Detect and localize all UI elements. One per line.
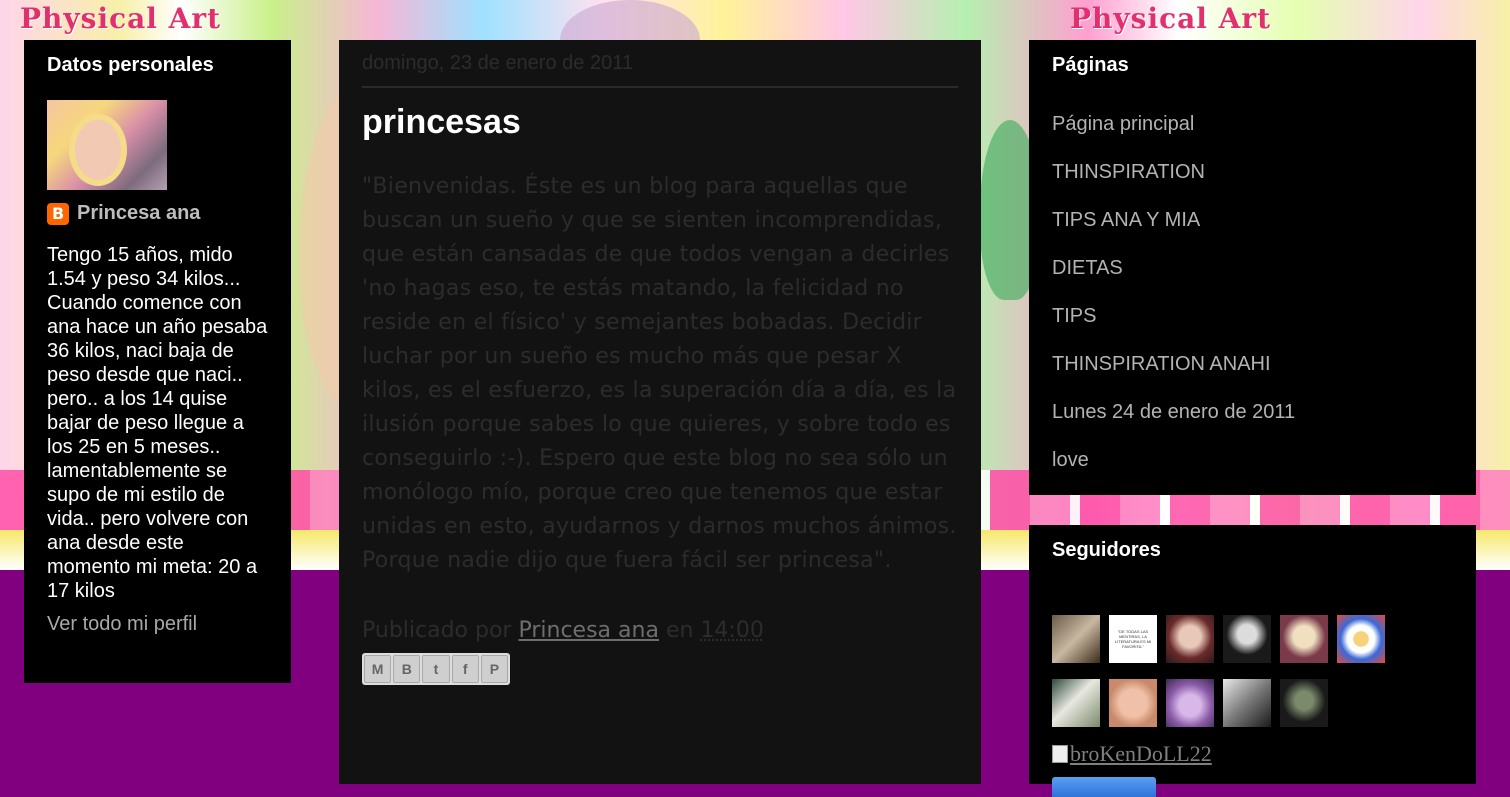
page-item: Lunes 24 de enero de 2011 [1052,388,1453,436]
page-link[interactable]: love [1052,449,1089,471]
follower-avatar[interactable] [1166,679,1214,727]
post-at-label: en [665,618,694,643]
page-link[interactable]: Lunes 24 de enero de 2011 [1052,401,1295,423]
page-item: DIETAS [1052,244,1453,292]
broken-image-link[interactable]: broKenDoLL22 [1052,741,1453,767]
blogger-icon [47,202,69,225]
page-link[interactable]: TIPS ANA Y MIA [1052,209,1200,231]
post-footer: Publicado por Princesa ana en 14:00 [362,618,958,643]
page-item: THINSPIRATION ANAHI [1052,340,1453,388]
profile-name-link[interactable]: Princesa ana [77,202,200,225]
page-item: TIPS ANA Y MIA [1052,196,1453,244]
post-column: domingo, 23 de enero de 2011 princesas "… [339,40,981,784]
followers-widget: Seguidores "DE TODAS LAS MENTIRAS, LA LI… [1029,525,1476,797]
post-body: "Bienvenidas. Éste es un blog para aquel… [362,174,957,573]
follower-avatar[interactable]: "DE TODAS LAS MENTIRAS, LA LITERATURA ES… [1109,615,1157,663]
follower-avatar[interactable] [1280,615,1328,663]
post-date: domingo, 23 de enero de 2011 [362,40,958,88]
follower-avatar[interactable] [1166,615,1214,663]
follower-avatar[interactable] [1223,679,1271,727]
page-link[interactable]: THINSPIRATION ANAHI [1052,353,1271,375]
page-item: love [1052,436,1453,484]
page-item: Página principal [1052,100,1453,148]
page-item: TIPS [1052,292,1453,340]
follower-avatar[interactable] [1223,615,1271,663]
profile-widget-title: Datos personales [47,54,214,76]
follower-avatar[interactable] [1052,679,1100,727]
broken-image-alt: broKenDoLL22 [1070,741,1212,766]
page-link[interactable]: TIPS [1052,305,1096,327]
post-title[interactable]: princesas [362,104,958,140]
facebook-share-icon[interactable]: f [451,655,479,683]
pages-widget: Páginas Página principal THINSPIRATION T… [1029,40,1476,495]
follow-button[interactable] [1052,777,1156,797]
follower-avatar[interactable] [1052,615,1100,663]
page-link[interactable]: Página principal [1052,113,1194,135]
follower-avatar[interactable] [1109,679,1157,727]
view-profile-link[interactable]: Ver todo mi perfil [47,613,268,636]
pages-list: Página principal THINSPIRATION TIPS ANA … [1052,100,1453,484]
profile-avatar[interactable] [47,100,167,190]
pages-widget-title: Páginas [1052,54,1129,76]
followers-widget-title: Seguidores [1052,539,1161,561]
post-author-link[interactable]: Princesa ana [518,618,658,643]
page-link[interactable]: DIETAS [1052,257,1123,279]
published-by-label: Publicado por [362,618,512,643]
page-link[interactable]: THINSPIRATION [1052,161,1205,183]
blogthis-share-icon[interactable]: B [393,655,421,683]
profile-name-row: Princesa ana [47,202,268,225]
banner-logo: Physical Art [1070,2,1272,35]
share-bar: M B t f P [362,653,510,685]
twitter-share-icon[interactable]: t [422,655,450,683]
broken-image-icon [1052,745,1068,763]
followers-grid: "DE TODAS LAS MENTIRAS, LA LITERATURA ES… [1052,615,1453,727]
email-share-icon[interactable]: M [364,655,392,683]
follower-avatar[interactable] [1337,615,1385,663]
pinterest-share-icon[interactable]: P [480,655,509,683]
banner-logo: Physical Art [20,2,222,35]
post-time-link[interactable]: 14:00 [700,618,763,643]
profile-description: Tengo 15 años, mido 1.54 y peso 34 kilos… [47,244,268,602]
page-item: THINSPIRATION [1052,148,1453,196]
profile-widget: Datos personales Princesa ana Tengo 15 a… [24,40,291,683]
follower-avatar[interactable] [1280,679,1328,727]
